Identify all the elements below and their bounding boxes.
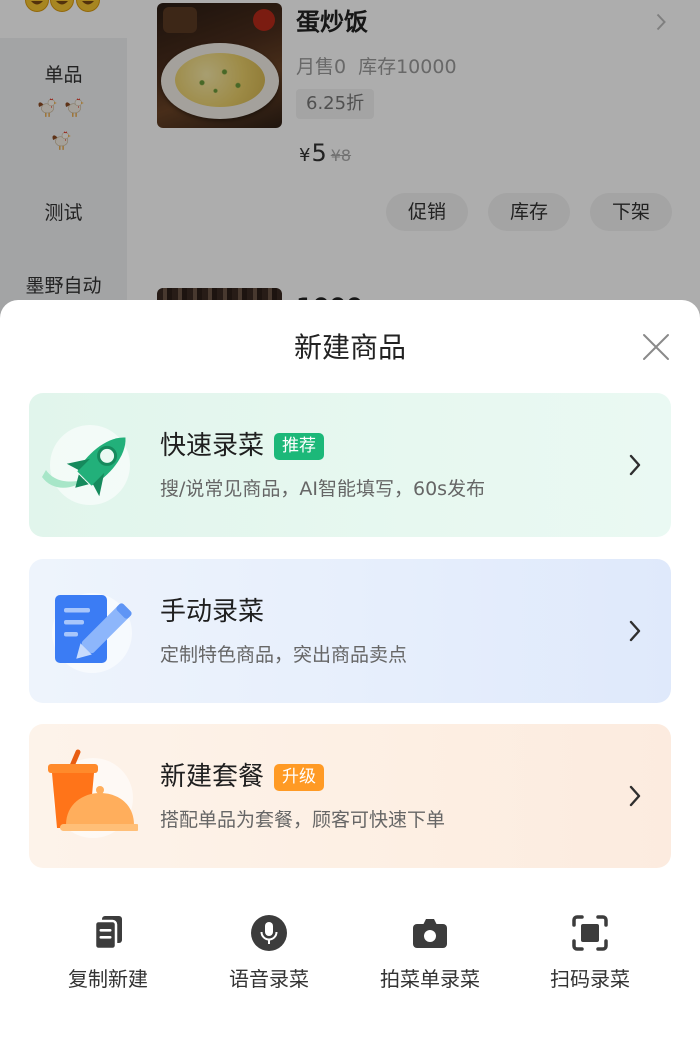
- chevron-right-icon: [629, 620, 641, 642]
- new-product-sheet: 新建商品 快速录菜 推荐 搜/说常见商品，AI智能填写，60s发布 手动录菜 定…: [0, 300, 700, 1044]
- option-title-row: 快速录菜 推荐: [160, 428, 325, 464]
- chevron-right-icon: [629, 785, 641, 807]
- option-subtitle: 搜/说常见商品，AI智能填写，60s发布: [160, 478, 486, 500]
- rocket-icon: [42, 425, 130, 505]
- combo-meal-icon: [48, 749, 138, 838]
- option-title: 手动录菜: [160, 597, 265, 627]
- copy-icon: [93, 916, 122, 951]
- chevron-right-icon: [629, 454, 641, 476]
- option-title-row: 新建套餐 升级: [160, 759, 325, 795]
- option-subtitle: 定制特色商品，突出商品卖点: [160, 644, 408, 666]
- quick-action-label: 扫码录菜: [550, 967, 630, 991]
- quick-action-label: 复制新建: [68, 967, 148, 991]
- option-title: 快速录菜: [160, 431, 265, 461]
- voice-entry-button[interactable]: 语音录菜: [189, 913, 349, 1003]
- option-title: 新建套餐: [160, 762, 265, 792]
- quick-entry-option[interactable]: 快速录菜 推荐 搜/说常见商品，AI智能填写，60s发布: [29, 393, 671, 537]
- option-title-row: 手动录菜: [160, 594, 264, 630]
- quick-action-label: 语音录菜: [229, 967, 309, 991]
- edit-document-icon: [52, 593, 132, 673]
- microphone-icon: [251, 915, 287, 951]
- scan-entry-button[interactable]: 扫码录菜: [510, 913, 670, 1003]
- manual-entry-option[interactable]: 手动录菜 定制特色商品，突出商品卖点: [29, 559, 671, 703]
- close-icon[interactable]: [641, 332, 671, 362]
- photo-menu-entry-button[interactable]: 拍菜单录菜: [350, 913, 510, 1003]
- scan-icon: [572, 915, 608, 951]
- option-subtitle: 搭配单品为套餐，顾客可快速下单: [160, 809, 446, 831]
- upgrade-badge: 升级: [274, 763, 325, 791]
- camera-icon: [413, 919, 447, 948]
- sheet-title: 新建商品: [293, 331, 406, 364]
- copy-new-button[interactable]: 复制新建: [28, 913, 188, 1003]
- combo-meal-option[interactable]: 新建套餐 升级 搭配单品为套餐，顾客可快速下单: [29, 724, 671, 868]
- recommend-badge: 推荐: [274, 432, 325, 460]
- quick-action-label: 拍菜单录菜: [380, 967, 480, 991]
